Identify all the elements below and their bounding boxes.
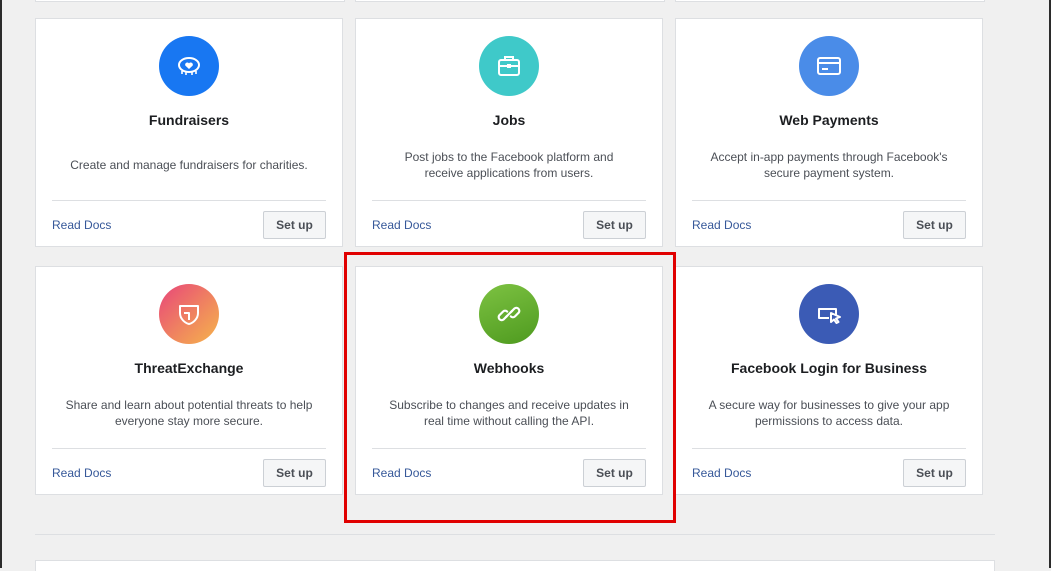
card-title: Webhooks bbox=[473, 360, 545, 376]
product-card-jobs: Jobs Post jobs to the Facebook platform … bbox=[355, 18, 663, 247]
login-cursor-icon bbox=[799, 284, 859, 344]
credit-card-icon bbox=[799, 36, 859, 96]
card-description: Post jobs to the Facebook platform and r… bbox=[404, 150, 614, 180]
shield-icon bbox=[159, 284, 219, 344]
card-title: Jobs bbox=[492, 112, 526, 128]
card-divider bbox=[52, 448, 326, 449]
setup-button[interactable]: Set up bbox=[903, 211, 966, 239]
card-description: Accept in-app payments through Facebook'… bbox=[710, 150, 948, 180]
card-description: Create and manage fundraisers for charit… bbox=[70, 158, 308, 172]
product-card-facebook-login-for-business: Facebook Login for Business A secure way… bbox=[675, 266, 983, 495]
card-divider bbox=[692, 448, 966, 449]
link-icon bbox=[479, 284, 539, 344]
card-divider bbox=[372, 200, 646, 201]
read-docs-link[interactable]: Read Docs bbox=[692, 466, 751, 480]
card-description: Subscribe to changes and receive updates… bbox=[389, 398, 629, 428]
card-divider bbox=[692, 200, 966, 201]
card-description: Share and learn about potential threats … bbox=[65, 398, 313, 428]
setup-button[interactable]: Set up bbox=[903, 459, 966, 487]
card-title: Fundraisers bbox=[148, 112, 230, 128]
read-docs-link[interactable]: Read Docs bbox=[52, 218, 111, 232]
card-divider bbox=[372, 448, 646, 449]
product-card-web-payments: Web Payments Accept in-app payments thro… bbox=[675, 18, 983, 247]
read-docs-link[interactable]: Read Docs bbox=[692, 218, 751, 232]
card-title: Facebook Login for Business bbox=[730, 360, 928, 376]
fundraiser-heart-icon bbox=[159, 36, 219, 96]
product-card-webhooks: Webhooks Subscribe to changes and receiv… bbox=[355, 266, 663, 495]
card-above-middle bbox=[355, 0, 665, 2]
read-docs-link[interactable]: Read Docs bbox=[52, 466, 111, 480]
setup-button[interactable]: Set up bbox=[583, 459, 646, 487]
window-border-left bbox=[0, 0, 2, 568]
briefcase-icon bbox=[479, 36, 539, 96]
section-divider bbox=[35, 534, 995, 535]
product-card-fundraisers: Fundraisers Create and manage fundraiser… bbox=[35, 18, 343, 247]
read-docs-link[interactable]: Read Docs bbox=[372, 218, 431, 232]
setup-button[interactable]: Set up bbox=[263, 459, 326, 487]
setup-button[interactable]: Set up bbox=[263, 211, 326, 239]
product-card-threatexchange: ThreatExchange Share and learn about pot… bbox=[35, 266, 343, 495]
card-below bbox=[35, 560, 995, 571]
card-description: A secure way for businesses to give your… bbox=[708, 398, 950, 428]
card-title: ThreatExchange bbox=[134, 360, 244, 376]
read-docs-link[interactable]: Read Docs bbox=[372, 466, 431, 480]
card-title: Web Payments bbox=[779, 112, 879, 128]
card-above-right bbox=[675, 0, 985, 2]
card-divider bbox=[52, 200, 326, 201]
setup-button[interactable]: Set up bbox=[583, 211, 646, 239]
card-above-left bbox=[35, 0, 345, 2]
